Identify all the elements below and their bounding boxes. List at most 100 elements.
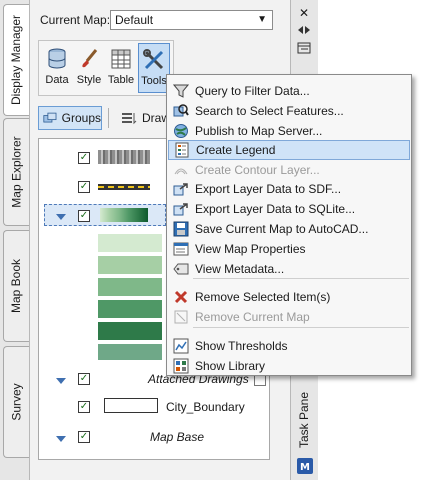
map-3d-icon: M: [297, 458, 313, 474]
menu-item-label: Search to Select Features...: [195, 104, 344, 118]
tools-context-menu: Query to Filter Data... Search to Select …: [166, 74, 412, 376]
tools-button-label: Tools: [141, 75, 167, 87]
properties-icon: [173, 242, 189, 256]
menu-item-label: Export Layer Data to SQLite...: [195, 202, 356, 216]
properties-menu-icon[interactable]: [297, 42, 311, 54]
svg-text:M: M: [300, 462, 310, 473]
tab-map-explorer[interactable]: Map Explorer: [3, 118, 29, 226]
library-icon: [173, 358, 189, 374]
menu-item-search-to-select-features[interactable]: Search to Select Features...: [168, 101, 410, 121]
menu-item-label: Create Contour Layer...: [195, 163, 320, 177]
table-button-label: Table: [107, 74, 135, 86]
current-map-label: Current Map:: [40, 13, 111, 27]
display-manager-toolbar: Data Style Table Tools: [38, 40, 174, 96]
menu-item-label: Publish to Map Server...: [195, 124, 323, 138]
menu-item-label: Query to Filter Data...: [195, 84, 310, 98]
export-icon: [173, 183, 188, 196]
menu-item-view-map-properties[interactable]: View Map Properties: [168, 239, 410, 259]
tab-map-book-label: Map Book: [9, 258, 24, 314]
menu-separator: [193, 327, 409, 328]
auto-hide-icon[interactable]: [296, 24, 312, 36]
expand-triangle-icon[interactable]: [56, 378, 66, 384]
menu-item-label: Show Library: [195, 359, 266, 373]
theme-color-swatch: [98, 234, 162, 252]
layer-style-preview-line-dash: [98, 186, 150, 188]
legend-icon: [175, 142, 189, 158]
tab-survey[interactable]: Survey: [3, 346, 29, 458]
menu-item-export-layer-data-to-sdf[interactable]: Export Layer Data to SDF...: [168, 179, 410, 199]
tab-map-book[interactable]: Map Book: [3, 230, 29, 342]
funnel-icon: [173, 84, 189, 98]
layer-style-preview-raster: [98, 150, 150, 164]
style-button-label: Style: [76, 74, 102, 86]
menu-item-label: Save Current Map to AutoCAD...: [195, 222, 369, 236]
menu-item-query-to-filter-data[interactable]: Query to Filter Data...: [168, 81, 410, 101]
menu-item-show-library[interactable]: Show Library: [168, 356, 410, 376]
layer-visibility-checkbox[interactable]: ✓: [78, 152, 90, 164]
current-map-value: Default: [115, 13, 154, 27]
groups-icon: [43, 112, 57, 123]
theme-color-swatch: [98, 322, 162, 340]
menu-item-export-layer-data-to-sqlite[interactable]: Export Layer Data to SQLite...: [168, 199, 410, 219]
tools-icon: [143, 49, 164, 70]
menu-item-label: View Metadata...: [195, 262, 285, 276]
groups-view-label: Groups: [61, 111, 101, 125]
tab-map-explorer-label: Map Explorer: [9, 136, 24, 208]
menu-item-create-contour-layer: Create Contour Layer...: [168, 160, 410, 180]
tab-display-manager[interactable]: Display Manager: [3, 4, 29, 116]
menu-item-label: Export Layer Data to SDF...: [195, 182, 342, 196]
group-name-map-base: Map Base: [150, 430, 205, 444]
layer-visibility-checkbox[interactable]: ✓: [78, 401, 90, 413]
layer-name-city-boundary: City_Boundary: [166, 400, 245, 414]
table-icon: [111, 49, 131, 69]
table-button[interactable]: Table: [105, 43, 137, 93]
remove-map-icon: [174, 310, 188, 324]
metadata-icon: [173, 263, 189, 275]
layer-visibility-checkbox[interactable]: ✓: [78, 210, 90, 222]
task-pane-label: Task Pane: [297, 391, 311, 448]
contour-icon: [174, 168, 188, 175]
search-select-icon: [173, 104, 189, 117]
menu-item-create-legend[interactable]: Create Legend: [168, 140, 410, 160]
expand-triangle-icon[interactable]: [56, 436, 66, 442]
database-icon: [48, 48, 66, 69]
menu-item-label: Show Thresholds: [195, 339, 288, 353]
menu-item-view-metadata[interactable]: View Metadata...: [168, 259, 410, 279]
group-visibility-checkbox[interactable]: ✓: [78, 373, 90, 385]
remove-icon: [174, 290, 188, 304]
current-map-select[interactable]: Default ▼: [110, 10, 273, 30]
close-icon[interactable]: ✕: [299, 6, 309, 20]
menu-item-save-current-map-to-autocad[interactable]: Save Current Map to AutoCAD...: [168, 219, 410, 239]
toolbar-divider: [108, 108, 109, 128]
menu-item-label: Remove Selected Item(s): [195, 290, 331, 304]
menu-item-label: Remove Current Map: [195, 310, 310, 324]
theme-color-swatch: [98, 300, 162, 318]
expand-triangle-icon[interactable]: [56, 214, 66, 220]
menu-item-show-thresholds[interactable]: Show Thresholds: [168, 336, 410, 356]
theme-color-swatch: [98, 278, 162, 296]
export-sqlite-icon: [173, 203, 188, 216]
brush-icon: [82, 49, 98, 68]
save-icon: [173, 221, 189, 237]
menu-item-remove-current-map: Remove Current Map: [168, 307, 410, 327]
menu-separator: [193, 278, 409, 279]
theme-preview-strip: [100, 208, 148, 222]
data-button-label: Data: [45, 74, 69, 86]
palette-tab-strip: Display Manager Map Explorer Map Book Su…: [0, 0, 30, 480]
menu-item-remove-selected-item-s[interactable]: Remove Selected Item(s): [168, 287, 410, 307]
groups-view-button[interactable]: Groups: [38, 106, 102, 130]
chevron-down-icon: ▼: [257, 14, 267, 25]
layer-style-preview-polygon: [104, 398, 158, 413]
group-visibility-checkbox[interactable]: ✓: [78, 431, 90, 443]
data-button[interactable]: Data: [41, 43, 73, 93]
layer-visibility-checkbox[interactable]: ✓: [78, 181, 90, 193]
thresholds-icon: [173, 338, 189, 354]
menu-item-label: View Map Properties: [195, 242, 306, 256]
menu-item-publish-to-map-server[interactable]: Publish to Map Server...: [168, 121, 410, 141]
tab-display-manager-label: Display Manager: [9, 14, 24, 106]
menu-item-label: Create Legend: [196, 143, 276, 157]
theme-color-swatch: [98, 344, 162, 360]
globe-icon: [174, 124, 188, 138]
tab-survey-label: Survey: [9, 383, 24, 421]
style-button[interactable]: Style: [73, 43, 105, 93]
